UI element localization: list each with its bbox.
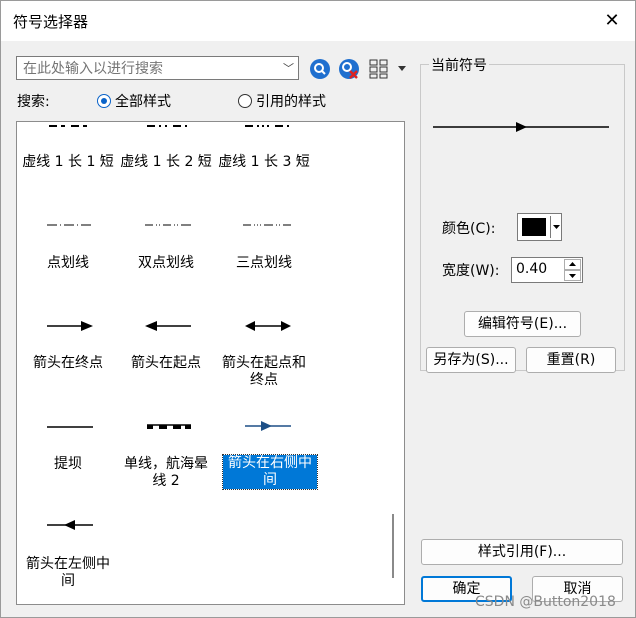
search-input[interactable] xyxy=(21,58,275,80)
watermark-text: CSDN @Button2018 xyxy=(475,594,616,610)
title-bar: 符号选择器 ✕ xyxy=(1,1,635,41)
symbol-label: 箭头在起点和终点 xyxy=(222,355,306,388)
radio-all-styles[interactable]: 全部样式 xyxy=(97,91,171,111)
symbol-label: 虚线 1 长 3 短 xyxy=(218,154,310,170)
symbol-label: 双点划线 xyxy=(138,255,194,271)
symbol-item[interactable]: 虚线 1 长 3 短 xyxy=(216,154,312,171)
dialog-title: 符号选择器 xyxy=(13,13,89,31)
symbol-item[interactable]: 箭头在左侧中间 xyxy=(20,556,116,590)
width-stepper[interactable]: 0.40 xyxy=(511,257,583,283)
symbol-label: 虚线 1 长 1 短 xyxy=(22,154,114,170)
preview-nautical-hatch xyxy=(147,424,191,429)
edit-symbol-button[interactable]: 编辑符号(E)... xyxy=(464,311,581,337)
symbol-item-selected[interactable]: 箭头在右侧中间 xyxy=(222,454,318,490)
symbol-item[interactable]: 提坝 xyxy=(20,456,116,473)
symbol-label: 箭头在起点 xyxy=(131,355,201,371)
chevron-down-icon xyxy=(553,225,560,229)
color-swatch-fill xyxy=(522,218,546,236)
stepper-up-button[interactable] xyxy=(564,259,581,270)
view-options-icon[interactable] xyxy=(369,59,409,79)
color-picker-button[interactable] xyxy=(517,213,562,241)
style-references-button[interactable]: 样式引用(F)... xyxy=(421,539,623,565)
radio-unselected-icon[interactable] xyxy=(238,94,252,108)
radio-referenced-styles-label: 引用的样式 xyxy=(256,94,326,110)
symbol-item[interactable]: 单线，航海晕线 2 xyxy=(118,456,214,490)
radio-selected-icon[interactable] xyxy=(97,94,111,108)
preview-arrow-start xyxy=(145,321,191,331)
symbol-item[interactable]: 箭头在起点 xyxy=(118,355,214,372)
symbol-item[interactable]: 三点划线 xyxy=(216,255,312,272)
symbol-label: 箭头在左侧中间 xyxy=(26,556,110,589)
symbol-label: 虚线 1 长 2 短 xyxy=(120,154,212,170)
width-label: 宽度(W): xyxy=(442,263,500,279)
current-symbol-preview xyxy=(433,122,609,132)
symbol-item[interactable]: 虚线 1 长 2 短 xyxy=(118,154,214,171)
stepper-down-button[interactable] xyxy=(564,270,581,281)
chevron-up-icon xyxy=(569,262,576,266)
symbol-label: 箭头在右侧中间 xyxy=(228,455,312,488)
chevron-down-icon xyxy=(569,274,576,278)
search-input-box[interactable]: ﹀ xyxy=(16,56,299,80)
chevron-down-icon[interactable]: ﹀ xyxy=(283,60,294,76)
search-icon[interactable] xyxy=(309,58,331,80)
symbol-label: 点划线 xyxy=(47,255,89,271)
radio-all-styles-label: 全部样式 xyxy=(115,94,171,110)
symbol-item[interactable]: 点划线 xyxy=(20,255,116,272)
save-as-button[interactable]: 另存为(S)... xyxy=(426,347,516,373)
symbol-label: 箭头在终点 xyxy=(33,355,103,371)
width-value[interactable]: 0.40 xyxy=(516,261,547,277)
preview-arrow-both xyxy=(245,321,291,331)
preview-arrow-right-middle xyxy=(245,421,291,431)
close-icon[interactable]: ✕ xyxy=(597,7,627,35)
color-label: 颜色(C): xyxy=(442,221,496,237)
symbol-item[interactable]: 箭头在起点和终点 xyxy=(216,355,312,389)
current-symbol-group-label: 当前符号 xyxy=(429,55,489,75)
symbol-label: 单线，航海晕线 2 xyxy=(124,456,208,489)
preview-arrow-left-middle xyxy=(47,520,93,530)
symbol-label: 三点划线 xyxy=(236,255,292,271)
symbol-item[interactable]: 虚线 1 长 1 短 xyxy=(20,154,116,171)
symbol-label: 提坝 xyxy=(54,456,82,472)
search-scope-label: 搜索: xyxy=(17,94,50,110)
symbol-gallery[interactable]: 虚线 1 长 1 短 虚线 1 长 2 短 虚线 1 长 3 短 点划线 双点划… xyxy=(16,121,405,605)
preview-arrow-end xyxy=(47,321,93,331)
radio-referenced-styles[interactable]: 引用的样式 xyxy=(238,91,326,111)
symbol-item[interactable]: 箭头在终点 xyxy=(20,355,116,372)
symbol-item[interactable]: 双点划线 xyxy=(118,255,214,272)
symbol-selector-dialog: 符号选择器 ✕ ﹀ 搜索: 全部样式 引用的样式 xyxy=(0,0,636,618)
clear-search-icon[interactable] xyxy=(338,58,360,80)
reset-button[interactable]: 重置(R) xyxy=(526,347,616,373)
